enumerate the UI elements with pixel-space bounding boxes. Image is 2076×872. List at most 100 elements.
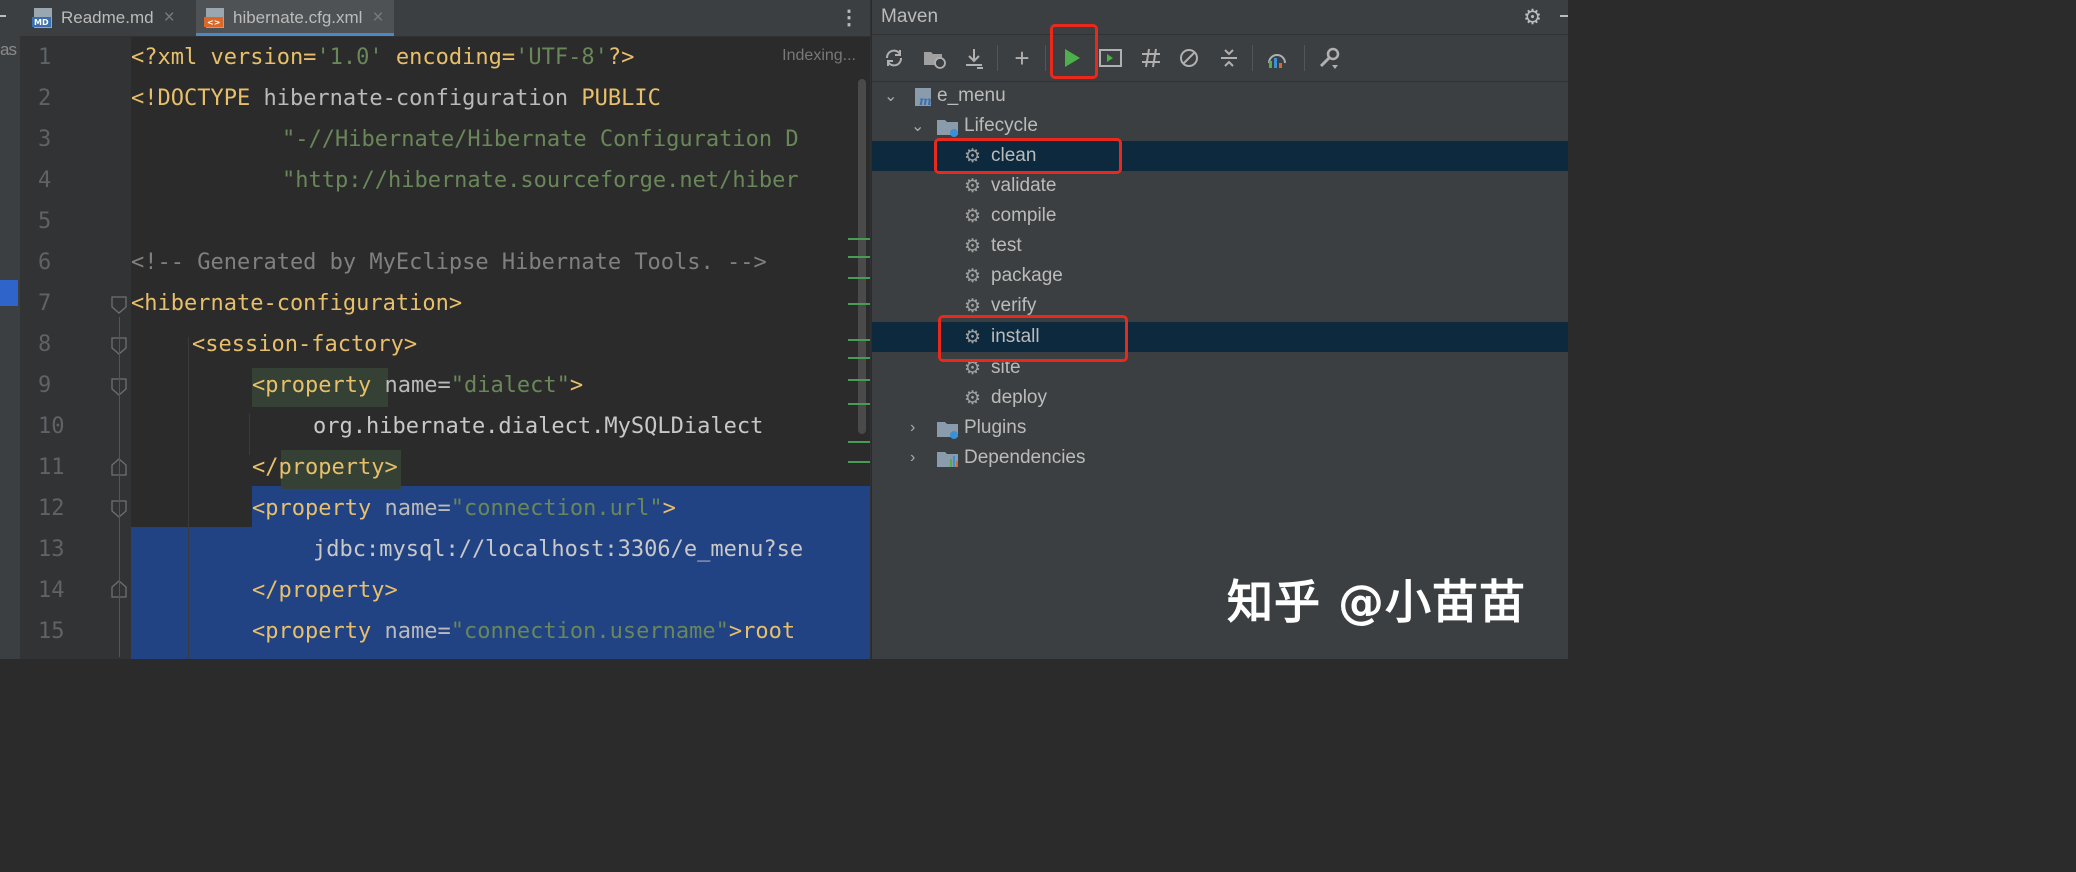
line-number: 10 [38,414,65,439]
download-icon[interactable] [957,41,991,75]
maven-title: Maven [881,6,939,27]
change-marker [848,403,870,405]
line-number: 6 [38,250,52,275]
tree-label: Plugins [964,417,1027,438]
clean-highlight-box [934,138,1122,174]
goal-compile[interactable]: ⚙ compile [872,201,1568,231]
code-line-12: <property name="connection.url"> [252,488,676,529]
execute-goal-icon[interactable] [1094,41,1128,75]
toolbar-separator [1304,45,1305,71]
line-number: 3 [38,127,52,152]
chevron-right-icon[interactable]: › [910,419,915,437]
code-token: > [569,373,584,398]
add-icon[interactable]: + [1005,41,1039,75]
code-token: 'UTF-8' [515,45,608,70]
run-highlight-box [1050,24,1098,79]
svg-text:m: m [919,94,932,108]
code-token: <property [252,496,372,521]
chevron-down-icon[interactable]: ⌄ [911,116,924,136]
tab-hibernate-cfg[interactable]: <> hibernate.cfg.xml × [196,0,394,36]
maven-tool-window: Maven ⚙ + ⌄ m e_menu ⌄ Lifecycle ⚙ clean… [872,0,1568,659]
more-options-icon[interactable]: ⋮ [839,0,859,36]
line-number: 11 [38,455,65,480]
line-number: 7 [38,291,52,316]
fold-icon[interactable] [110,295,128,315]
change-marker [848,339,870,341]
code-line-15: <property name="connection.username">roo… [252,611,795,652]
chevron-right-icon[interactable]: › [910,449,915,467]
code-token: encoding= [382,45,516,70]
change-marker [848,277,870,279]
line-number: 12 [38,496,65,521]
goal-test[interactable]: ⚙ test [872,231,1568,261]
goal-package[interactable]: ⚙ package [872,261,1568,291]
line-number: 1 [38,45,52,70]
goal-label: test [991,235,1022,256]
close-icon[interactable]: × [164,7,175,29]
generate-sources-icon[interactable] [917,41,951,75]
code-line-6: <!-- Generated by MyEclipse Hibernate To… [131,250,767,275]
toggle-offline-icon[interactable] [1134,41,1168,75]
line-number: 5 [38,209,52,234]
maven-toolbar: + [872,24,1568,82]
tree-node-plugins[interactable]: › Plugins [872,413,1568,443]
project-panel-text: as [0,40,17,59]
goal-deploy[interactable]: ⚙ deploy [872,383,1568,413]
dependency-analyzer-icon[interactable] [1260,41,1294,75]
maven-module-icon: m [912,86,934,114]
code-line-1: <?xml version='1.0' encoding='UTF-8'?> [131,37,634,78]
line-number: 2 [38,86,52,111]
tab-label: Readme.md [61,8,154,27]
editor-tab-bar: MD Readme.md × <> hibernate.cfg.xml × ⋮ [20,0,871,37]
tree-label: Dependencies [964,447,1086,468]
hide-panel-icon[interactable] [1560,15,1568,17]
svg-text:<>: <> [207,18,220,27]
skip-tests-icon[interactable] [1172,41,1206,75]
tree-node-project[interactable]: ⌄ m e_menu [872,81,1568,111]
indexing-status: Indexing... [782,47,856,64]
code-token: <?xml version= [131,45,317,70]
code-token: "connection.username" [450,619,729,644]
close-icon[interactable]: × [372,7,383,29]
code-token: hibernate-configuration [263,86,582,111]
settings-wrench-icon[interactable] [1312,41,1346,75]
dependencies-folder-icon [936,449,960,477]
goal-label: verify [991,295,1037,316]
goal-label: compile [991,205,1057,226]
code-line-4: "http://hibernate.sourceforge.net/hiber [282,168,799,193]
code-token: "connection.url" [450,496,663,521]
change-marker [848,256,870,258]
line-number-gutter: 1 2 3 4 5 6 7 8 9 10 11 12 13 14 15 [20,37,131,659]
code-token: > [662,496,676,521]
reload-icon[interactable] [877,41,911,75]
line-number: 8 [38,332,52,357]
svg-text:MD: MD [34,18,49,27]
tree-node-dependencies[interactable]: › Dependencies [872,443,1568,473]
maven-header: Maven ⚙ [872,0,1568,35]
gear-icon: ⚙ [964,265,982,287]
goal-validate[interactable]: ⚙ validate [872,171,1568,201]
code-line-13: jdbc:mysql://localhost:3306/e_menu?se [313,537,804,562]
tree-node-lifecycle[interactable]: ⌄ Lifecycle [872,111,1568,141]
code-line-7: <hibernate-configuration> [131,291,463,316]
code-editor[interactable]: Indexing... <?xml version='1.0' encoding… [131,37,870,659]
line-number: 15 [38,619,65,644]
change-marker [848,441,870,443]
code-line-8: <session-factory> [192,332,418,357]
minimize-icon[interactable] [0,15,6,17]
change-marker [848,357,870,359]
chevron-down-icon[interactable]: ⌄ [884,86,897,106]
change-marker [848,379,870,381]
code-line-11: </property> [252,455,398,480]
code-line-3: "-//Hibernate/Hibernate Configuration D [282,127,799,152]
gear-icon[interactable]: ⚙ [1523,5,1542,30]
gear-icon: ⚙ [964,235,982,257]
goal-label: validate [991,175,1057,196]
toolbar-separator [1045,45,1046,71]
code-token: name= [371,619,451,644]
tree-label: e_menu [937,85,1006,106]
collapse-all-icon[interactable] [1212,41,1246,75]
tab-readme[interactable]: MD Readme.md × [32,0,175,36]
indent-guide [188,337,189,659]
code-token: <property [252,619,372,644]
